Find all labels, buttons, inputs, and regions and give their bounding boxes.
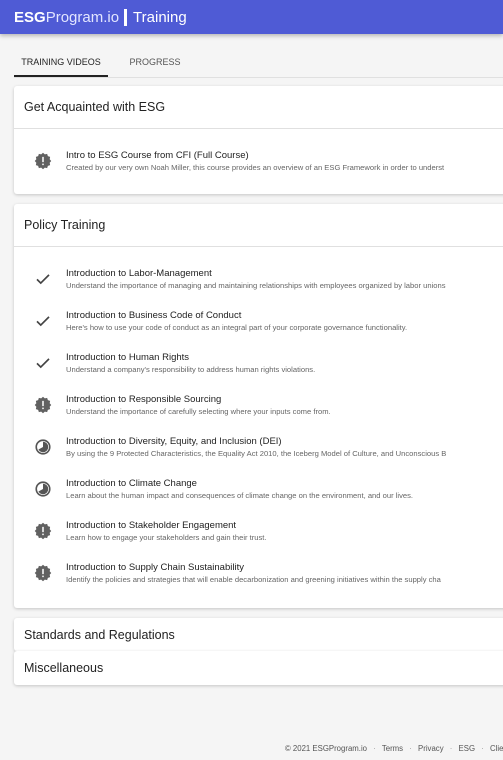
tab-training-videos[interactable]: TRAINING VIDEOS [14, 50, 108, 77]
list-item[interactable]: Introduction to Responsible Sourcing Und… [14, 392, 503, 428]
brand-program: Program.io [45, 8, 120, 26]
footer-copyright: © 2021 ESGProgram.io [285, 744, 368, 753]
check-icon [34, 354, 52, 372]
section-miscellaneous: Miscellaneous [14, 651, 503, 685]
check-icon [34, 312, 52, 330]
item-description: By using the 9 Protected Characteristics… [66, 449, 447, 458]
page-title: Training [133, 8, 187, 26]
tab-divider [14, 77, 503, 78]
footer-link-privacy[interactable]: Privacy [418, 744, 444, 753]
brand-logo[interactable]: ESG Program.io Training [14, 8, 187, 26]
list-item[interactable]: Introduction to Climate Change Learn abo… [14, 476, 503, 512]
in-progress-icon [34, 438, 52, 456]
item-title: Introduction to Responsible Sourcing [66, 394, 222, 405]
tab-progress[interactable]: PROGRESS [108, 50, 202, 77]
item-description: Understand the importance of managing an… [66, 281, 446, 290]
item-title: Introduction to Stakeholder Engagement [66, 520, 237, 531]
alert-badge-icon [34, 152, 52, 170]
list-item[interactable]: Introduction to Diversity, Equity, and I… [14, 434, 503, 470]
brand-esg: ESG [14, 8, 46, 26]
list-item[interactable]: Introduction to Stakeholder Engagement L… [14, 518, 503, 554]
app-bar: ESG Program.io Training [0, 0, 503, 34]
section-title[interactable]: Policy Training [14, 204, 503, 246]
footer-link-esg[interactable]: ESG [459, 744, 475, 753]
item-description: Understand a company's responsibility to… [66, 365, 316, 374]
item-description: Identify the policies and strategies tha… [66, 575, 441, 584]
section-title[interactable]: Miscellaneous [14, 651, 503, 684]
footer-separator: · [481, 744, 484, 753]
check-icon [34, 270, 52, 288]
alert-badge-icon [34, 522, 52, 540]
item-title: Introduction to Supply Chain Sustainabil… [66, 562, 244, 573]
section-policy-training: Policy Training Introduction to Labor-Ma… [14, 204, 503, 608]
list-item[interactable]: Intro to ESG Course from CFI (Full Cours… [14, 148, 503, 184]
item-title: Intro to ESG Course from CFI (Full Cours… [66, 150, 249, 161]
alert-badge-icon [34, 396, 52, 414]
list-item[interactable]: Introduction to Supply Chain Sustainabil… [14, 560, 503, 596]
item-description: Here's how to use your code of conduct a… [66, 323, 408, 332]
footer-link-terms[interactable]: Terms [382, 744, 403, 753]
alert-badge-icon [34, 564, 52, 582]
brand-separator [124, 8, 128, 26]
section-divider [14, 246, 503, 247]
list-item[interactable]: Introduction to Human Rights Understand … [14, 350, 503, 386]
section-get-acquainted: Get Acquainted with ESG Intro to ESG Cou… [14, 86, 503, 194]
footer-separator: · [449, 744, 453, 753]
item-title: Introduction to Climate Change [66, 478, 197, 489]
section-standards: Standards and Regulations [14, 618, 503, 651]
footer-link-clients[interactable]: Clie [490, 744, 503, 753]
section-divider [14, 128, 503, 129]
item-description: Understand the importance of carefully s… [66, 407, 331, 416]
footer-separator: · [373, 744, 376, 753]
item-title: Introduction to Human Rights [66, 352, 190, 363]
section-title[interactable]: Get Acquainted with ESG [14, 86, 503, 128]
item-description: Created by our very own Noah Miller, thi… [66, 163, 445, 172]
item-description: Learn about the human impact and consequ… [66, 491, 414, 500]
section-title[interactable]: Standards and Regulations [14, 618, 503, 651]
item-title: Introduction to Diversity, Equity, and I… [66, 436, 282, 447]
footer-separator: · [409, 744, 412, 753]
list-item[interactable]: Introduction to Business Code of Conduct… [14, 308, 503, 344]
item-title: Introduction to Business Code of Conduct [66, 310, 242, 321]
in-progress-icon [34, 480, 52, 498]
item-description: Learn how to engage your stakeholders an… [66, 533, 267, 542]
list-item[interactable]: Introduction to Labor-Management Underst… [14, 266, 503, 302]
footer: © 2021 ESGProgram.io · Terms · Privacy ·… [285, 744, 503, 753]
item-title: Introduction to Labor-Management [66, 268, 212, 279]
tab-bar: TRAINING VIDEOS PROGRESS [14, 50, 202, 77]
